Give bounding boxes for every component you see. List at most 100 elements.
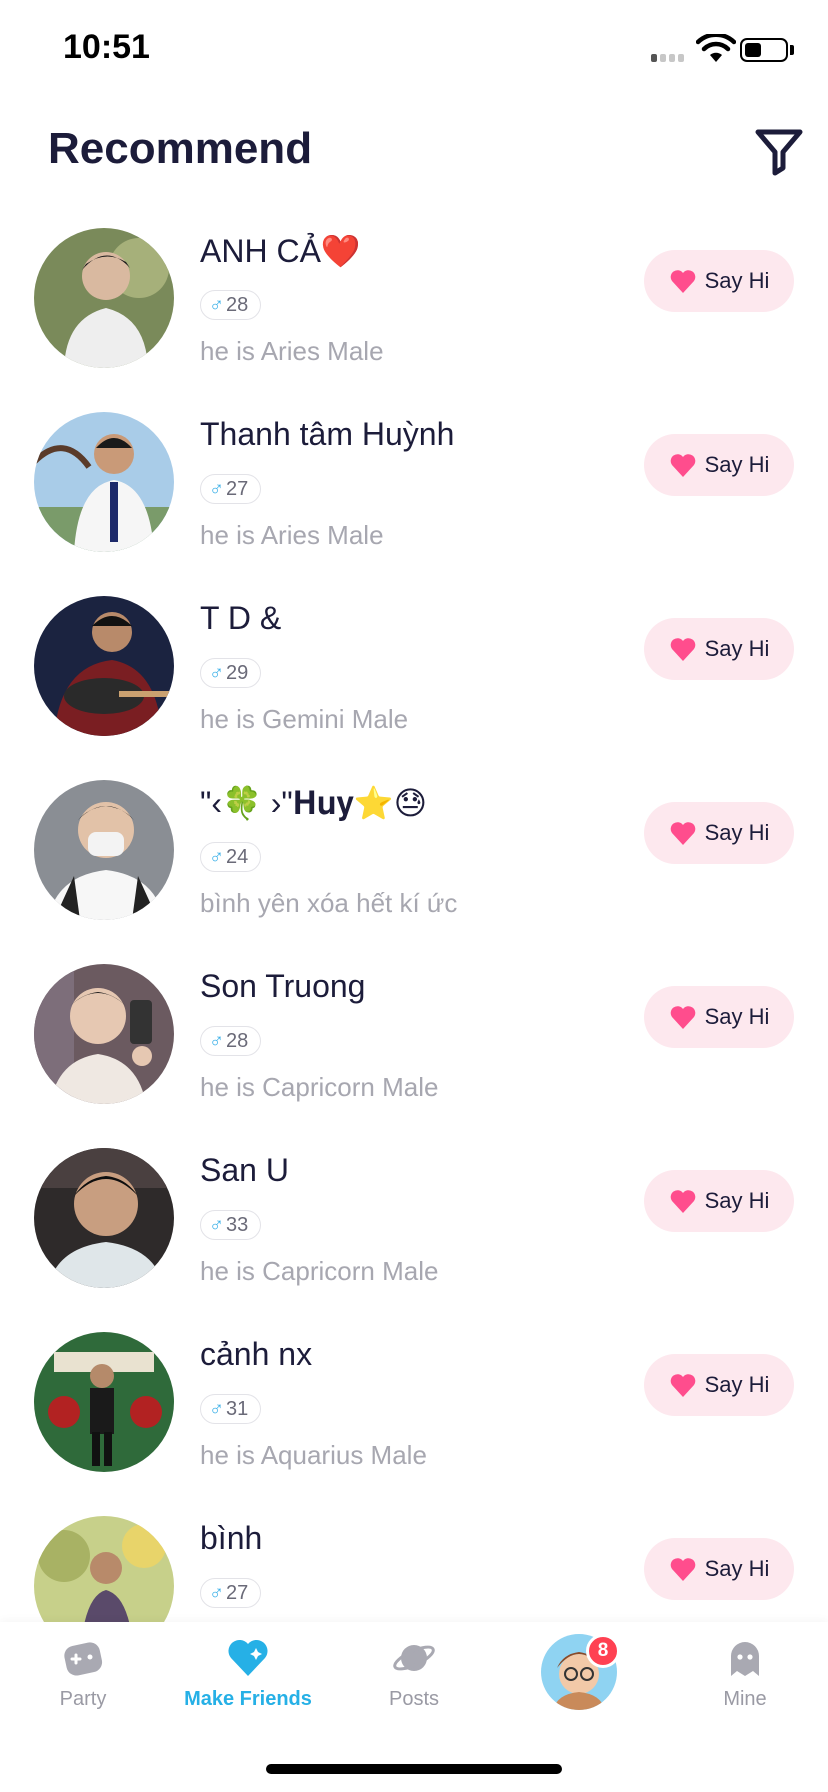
heart-icon <box>670 1374 695 1397</box>
age-value: 28 <box>226 293 249 316</box>
say-hi-button[interactable]: Say Hi <box>644 434 794 496</box>
status-time: 10:51 <box>63 28 150 66</box>
age-badge: ♂ 27 <box>200 1578 262 1608</box>
age-badge: ♂ 28 <box>200 290 262 320</box>
say-hi-button[interactable]: Say Hi <box>644 1538 794 1600</box>
heart-icon <box>670 822 695 845</box>
user-name[interactable]: ANH CẢ❤️ <box>200 232 361 270</box>
tab-posts[interactable]: Posts <box>339 1636 489 1736</box>
say-hi-button[interactable]: Say Hi <box>644 986 794 1048</box>
list-item[interactable]: ANH CẢ❤️ ♂ 28 he is Aries Male Say Hi <box>0 212 828 396</box>
user-bio: he is Aries Male <box>200 336 384 366</box>
tab-mine[interactable]: Mine <box>670 1636 820 1736</box>
user-name[interactable]: "‹🍀 ›"𝐇𝐮𝐲⭐😓 <box>200 784 427 823</box>
tab-label: Posts <box>388 1688 440 1710</box>
avatar[interactable] <box>34 964 174 1104</box>
male-icon: ♂ <box>209 1029 224 1052</box>
home-indicator <box>266 1764 562 1774</box>
cellular-signal-icon <box>651 50 689 62</box>
age-badge: ♂ 29 <box>200 658 262 688</box>
user-bio: he is Gemini Male <box>200 704 409 734</box>
say-hi-label: Say Hi <box>704 1372 770 1397</box>
user-name[interactable]: Thanh tâm Huỳnh <box>200 416 454 453</box>
heart-icon <box>670 1190 695 1213</box>
avatar[interactable] <box>34 1148 174 1288</box>
age-badge: ♂ 28 <box>200 1026 262 1056</box>
age-value: 29 <box>226 661 249 684</box>
list-item[interactable]: Son Truong ♂ 28 he is Capricorn Male Say … <box>0 948 828 1132</box>
age-value: 27 <box>226 477 249 500</box>
say-hi-label: Say Hi <box>704 1188 770 1213</box>
battery-icon <box>740 38 788 62</box>
user-bio: bình yên xóa hết kí ức <box>200 888 458 918</box>
male-icon: ♂ <box>209 293 224 316</box>
say-hi-label: Say Hi <box>704 636 770 661</box>
avatar[interactable] <box>34 412 174 552</box>
notification-badge: 8 <box>586 1634 620 1668</box>
avatar[interactable] <box>34 1516 174 1622</box>
male-icon: ♂ <box>209 1213 224 1236</box>
heart-icon <box>670 1006 695 1029</box>
user-name[interactable]: bình <box>200 1520 262 1557</box>
user-bio: he is Capricorn Male <box>200 1072 439 1102</box>
say-hi-button[interactable]: Say Hi <box>644 250 794 312</box>
tab-party[interactable]: Party <box>8 1636 158 1736</box>
say-hi-button[interactable]: Say Hi <box>644 802 794 864</box>
say-hi-label: Say Hi <box>704 1556 770 1581</box>
user-name[interactable]: Son Truong <box>200 968 365 1005</box>
battery-cap <box>790 45 794 55</box>
page-title: Recommend <box>48 124 313 173</box>
list-item[interactable]: San U ♂ 33 he is Capricorn Male Say Hi <box>0 1132 828 1316</box>
say-hi-button[interactable]: Say Hi <box>644 1170 794 1232</box>
game-controller-icon <box>64 1642 103 1676</box>
heart-icon <box>670 454 695 477</box>
heart-icon <box>670 638 695 661</box>
age-value: 24 <box>226 845 249 868</box>
avatar[interactable] <box>34 780 174 920</box>
list-item[interactable]: Thanh tâm Huỳnh ♂ 27 he is Aries Male Say… <box>0 396 828 580</box>
say-hi-label: Say Hi <box>704 268 770 293</box>
age-badge: ♂ 27 <box>200 474 262 504</box>
filter-icon[interactable] <box>752 124 806 178</box>
age-value: 27 <box>226 1581 249 1604</box>
heart-icon <box>228 1639 268 1676</box>
age-value: 28 <box>226 1029 249 1052</box>
tab-make-friends[interactable]: Make Friends <box>173 1636 323 1736</box>
list-item[interactable]: bình ♂ 27 Say Hi <box>0 1500 828 1622</box>
wifi-icon <box>696 34 736 62</box>
planet-icon <box>393 1645 435 1671</box>
user-bio: he is Capricorn Male <box>200 1256 439 1286</box>
list-item[interactable]: T D & ♂ 29 he is Gemini Male Say Hi <box>0 580 828 764</box>
list-item[interactable]: "‹🍀 ›"𝐇𝐮𝐲⭐😓 ♂ 24 bình yên xóa hết kí ức S… <box>0 764 828 948</box>
avatar[interactable] <box>34 228 174 368</box>
tab-label: Make Friends <box>184 1688 312 1710</box>
heart-icon <box>670 1558 695 1581</box>
heart-icon <box>670 270 695 293</box>
ghost-icon <box>731 1642 759 1676</box>
tab-label: Party <box>59 1688 107 1710</box>
age-badge: ♂ 31 <box>200 1394 262 1424</box>
user-name[interactable]: cảnh nx <box>200 1336 312 1373</box>
user-bio: he is Aries Male <box>200 520 384 550</box>
user-name[interactable]: San U <box>200 1152 289 1189</box>
avatar[interactable] <box>34 596 174 736</box>
tab-me-avatar[interactable] <box>504 1634 654 1736</box>
age-value: 31 <box>226 1397 249 1420</box>
user-name[interactable]: T D & <box>200 600 281 637</box>
male-icon: ♂ <box>209 845 224 868</box>
status-bar: 10:51 <box>0 0 828 100</box>
tab-label: Mine <box>723 1688 767 1710</box>
say-hi-button[interactable]: Say Hi <box>644 618 794 680</box>
list-item[interactable]: cảnh nx ♂ 31 he is Aquarius Male Say Hi <box>0 1316 828 1500</box>
user-bio: he is Aquarius Male <box>200 1440 427 1470</box>
male-icon: ♂ <box>209 477 224 500</box>
say-hi-label: Say Hi <box>704 1004 770 1029</box>
male-icon: ♂ <box>209 661 224 684</box>
recommend-list[interactable]: ANH CẢ❤️ ♂ 28 he is Aries Male Say Hi Tha… <box>0 212 828 1622</box>
avatar[interactable] <box>34 1332 174 1472</box>
say-hi-label: Say Hi <box>704 820 770 845</box>
male-icon: ♂ <box>209 1397 224 1420</box>
say-hi-label: Say Hi <box>704 452 770 477</box>
male-icon: ♂ <box>209 1581 224 1604</box>
say-hi-button[interactable]: Say Hi <box>644 1354 794 1416</box>
